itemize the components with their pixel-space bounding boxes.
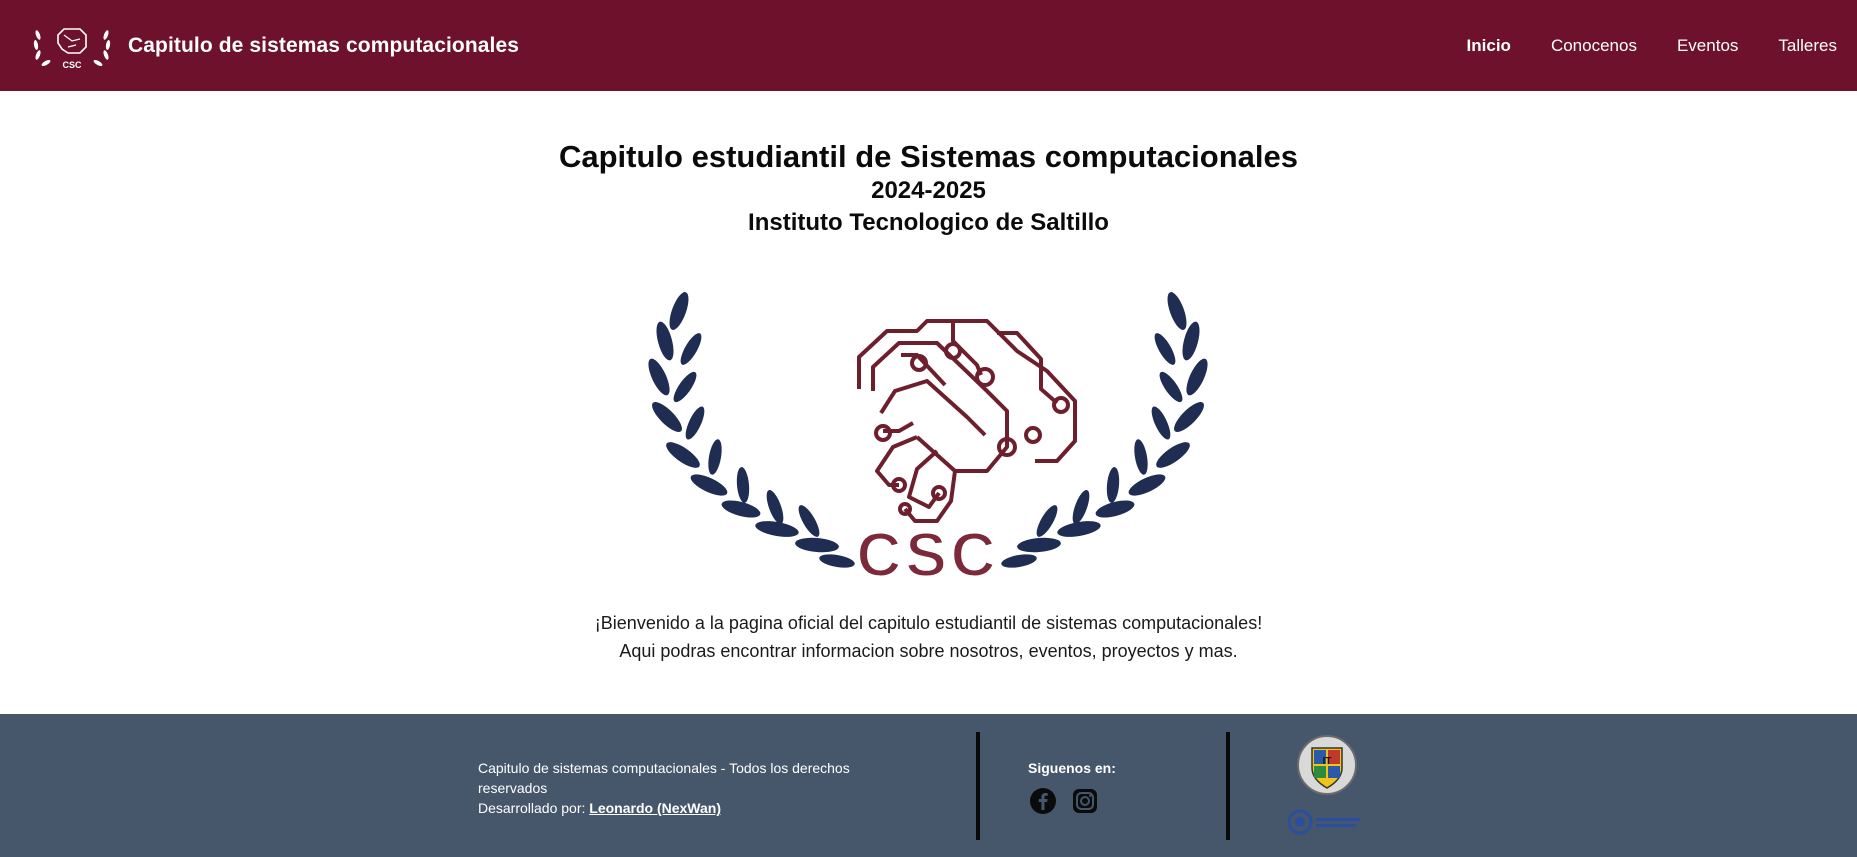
footer-rights: Capitulo de sistemas computacionales - T…: [478, 760, 850, 796]
nav-inicio[interactable]: Inicio: [1467, 36, 1511, 56]
main-nav: Inicio Conocenos Eventos Talleres: [1467, 0, 1857, 91]
page-institute: Instituto Tecnologico de Saltillo: [748, 209, 1109, 236]
welcome-subtext: Aqui podras encontrar informacion sobre …: [619, 641, 1238, 661]
footer: Capitulo de sistemas computacionales - T…: [0, 714, 1857, 857]
page-years: 2024-2025: [871, 177, 986, 204]
svg-text:CSC: CSC: [857, 521, 1000, 590]
nav-talleres[interactable]: Talleres: [1778, 36, 1837, 56]
footer-divider: [1226, 732, 1230, 840]
csc-emblem-icon: CSC: [648, 292, 1208, 591]
footer-text: Capitulo de sistemas computacionales - T…: [478, 758, 898, 818]
nav-eventos[interactable]: Eventos: [1677, 36, 1738, 56]
site-title: Capitulo de sistemas computacionales: [128, 33, 520, 57]
instagram-icon[interactable]: [1070, 786, 1100, 816]
csc-logo-icon: CSC: [33, 27, 111, 70]
svg-text:IT: IT: [1323, 756, 1332, 767]
svg-text:CSC: CSC: [62, 60, 82, 70]
main-content: Capitulo estudiantil de Sistemas computa…: [0, 91, 1857, 714]
footer-credits: Desarrollado por: Leonardo (NexWan): [478, 798, 898, 818]
footer-divider: [976, 732, 980, 840]
page-title: Capitulo estudiantil de Sistemas computa…: [558, 139, 1298, 174]
school-crest-icon: IT: [1297, 735, 1357, 795]
top-navbar: CSC Capitulo de sistemas computacionales…: [0, 0, 1857, 91]
brand[interactable]: CSC Capitulo de sistemas computacionales: [28, 21, 519, 71]
developed-by-label: Desarrollado por:: [478, 800, 586, 816]
nav-conocenos[interactable]: Conocenos: [1551, 36, 1637, 56]
welcome-message: ¡Bienvenido a la pagina oficial del capi…: [594, 613, 1263, 633]
tecnm-logo-icon: [1288, 809, 1360, 835]
facebook-icon[interactable]: [1028, 786, 1058, 816]
laurel-left: [648, 292, 855, 568]
circuit-brain: [857, 319, 1077, 523]
developer-link[interactable]: Leonardo (NexWan): [589, 800, 721, 816]
follow-label: Siguenos en:: [1028, 760, 1116, 776]
